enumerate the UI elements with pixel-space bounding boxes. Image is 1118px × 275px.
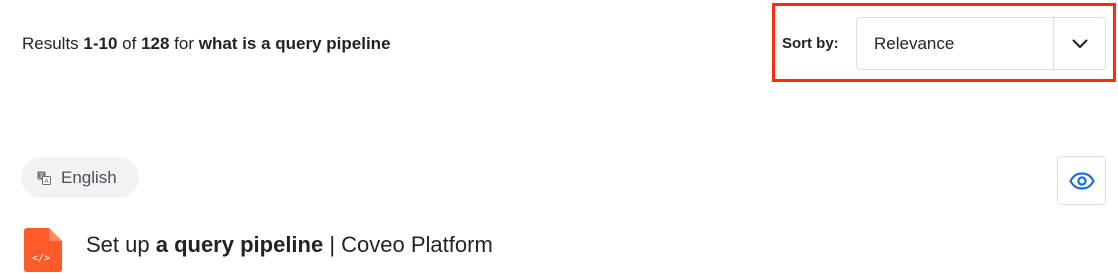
- sort-dropdown[interactable]: Relevance: [856, 17, 1106, 70]
- sort-dropdown-toggle[interactable]: [1053, 18, 1105, 69]
- eye-icon: [1068, 171, 1095, 190]
- result-title-link[interactable]: Set up a query pipeline | Coveo Platform: [86, 232, 493, 258]
- sort-selected-value: Relevance: [874, 33, 955, 53]
- search-results-page: Results 1-10 of 128 for what is a query …: [0, 0, 1118, 275]
- summary-total: 128: [141, 34, 170, 53]
- language-badge: 文 A English: [21, 157, 139, 198]
- code-file-icon: </>: [24, 228, 62, 272]
- summary-range: 1-10: [83, 34, 118, 53]
- svg-text:</>: </>: [32, 253, 50, 264]
- summary-for: for: [169, 34, 199, 53]
- quickview-button[interactable]: [1057, 156, 1106, 205]
- result-title-prefix: Set up: [86, 232, 156, 257]
- summary-query: what is a query pipeline: [198, 34, 391, 53]
- results-summary: Results 1-10 of 128 for what is a query …: [22, 34, 391, 54]
- summary-of: of: [117, 34, 142, 53]
- result-title-suffix: | Coveo Platform: [323, 232, 493, 257]
- result-title-highlight: a query pipeline: [155, 232, 324, 257]
- language-label: English: [61, 167, 117, 187]
- summary-prefix: Results: [22, 34, 84, 53]
- translate-icon: 文 A: [37, 171, 51, 185]
- sort-label: Sort by:: [782, 35, 839, 52]
- chevron-down-icon: [1072, 39, 1087, 48]
